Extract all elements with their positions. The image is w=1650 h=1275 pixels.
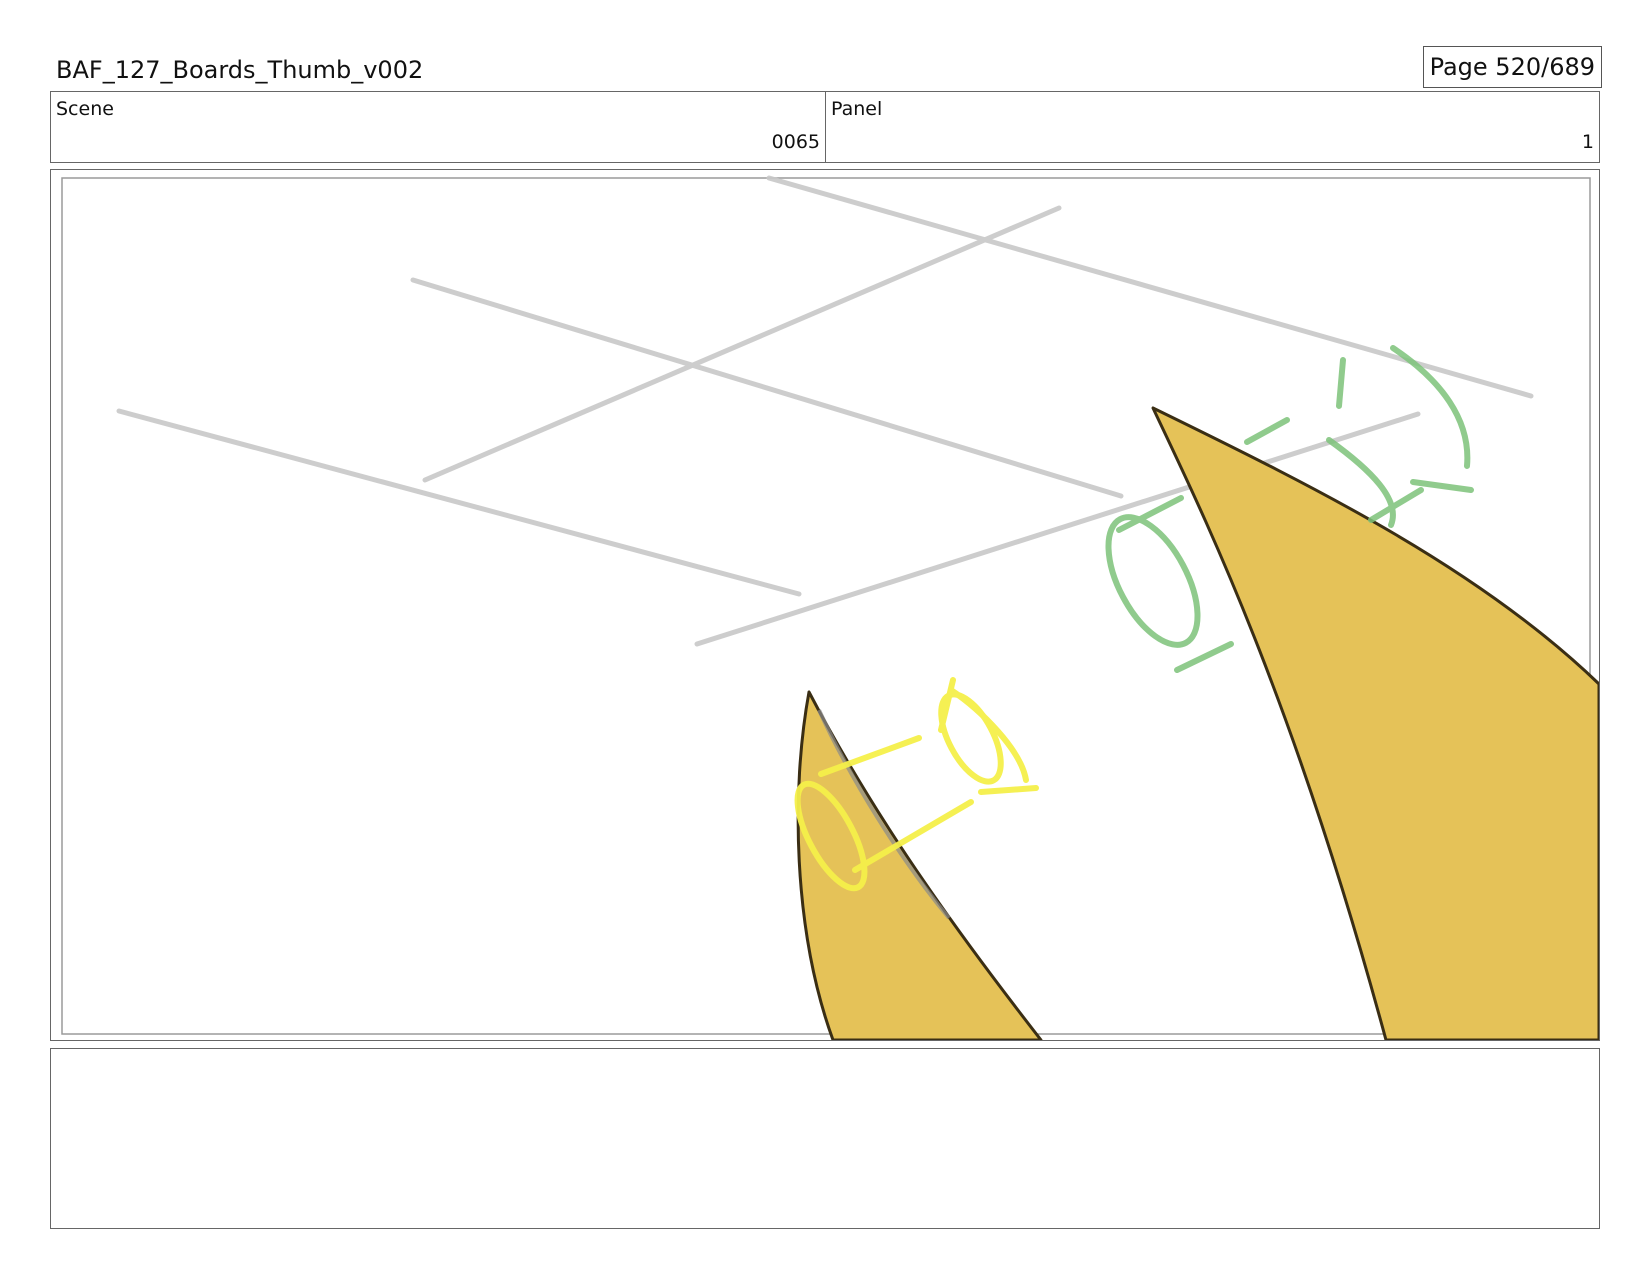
storyboard-frame (50, 169, 1600, 1041)
panel-label: Panel (831, 98, 883, 120)
yellow-stroke (978, 785, 1039, 795)
page-indicator: Page 520/689 (1422, 46, 1602, 88)
panel-notes-box (50, 1048, 1600, 1229)
panel-cell: Panel 1 (826, 92, 1599, 162)
guide-line (422, 205, 1062, 483)
green-stroke (1174, 641, 1234, 673)
orange-shape-large (1151, 406, 1599, 1040)
document-title: BAF_127_Boards_Thumb_v002 (56, 56, 424, 84)
scene-panel-info-bar: Scene 0065 Panel 1 (50, 91, 1600, 163)
green-stroke (1244, 417, 1290, 445)
scene-label: Scene (56, 98, 114, 120)
storyboard-sketch (61, 175, 1599, 1040)
green-stroke (1368, 487, 1424, 523)
green-ellipse (1105, 514, 1201, 648)
guide-line (116, 408, 802, 597)
scene-cell: Scene 0065 (51, 92, 826, 162)
panel-value: 1 (1581, 131, 1594, 153)
guide-line (410, 277, 1124, 499)
scene-value: 0065 (771, 131, 820, 153)
green-stroke (1336, 357, 1346, 409)
